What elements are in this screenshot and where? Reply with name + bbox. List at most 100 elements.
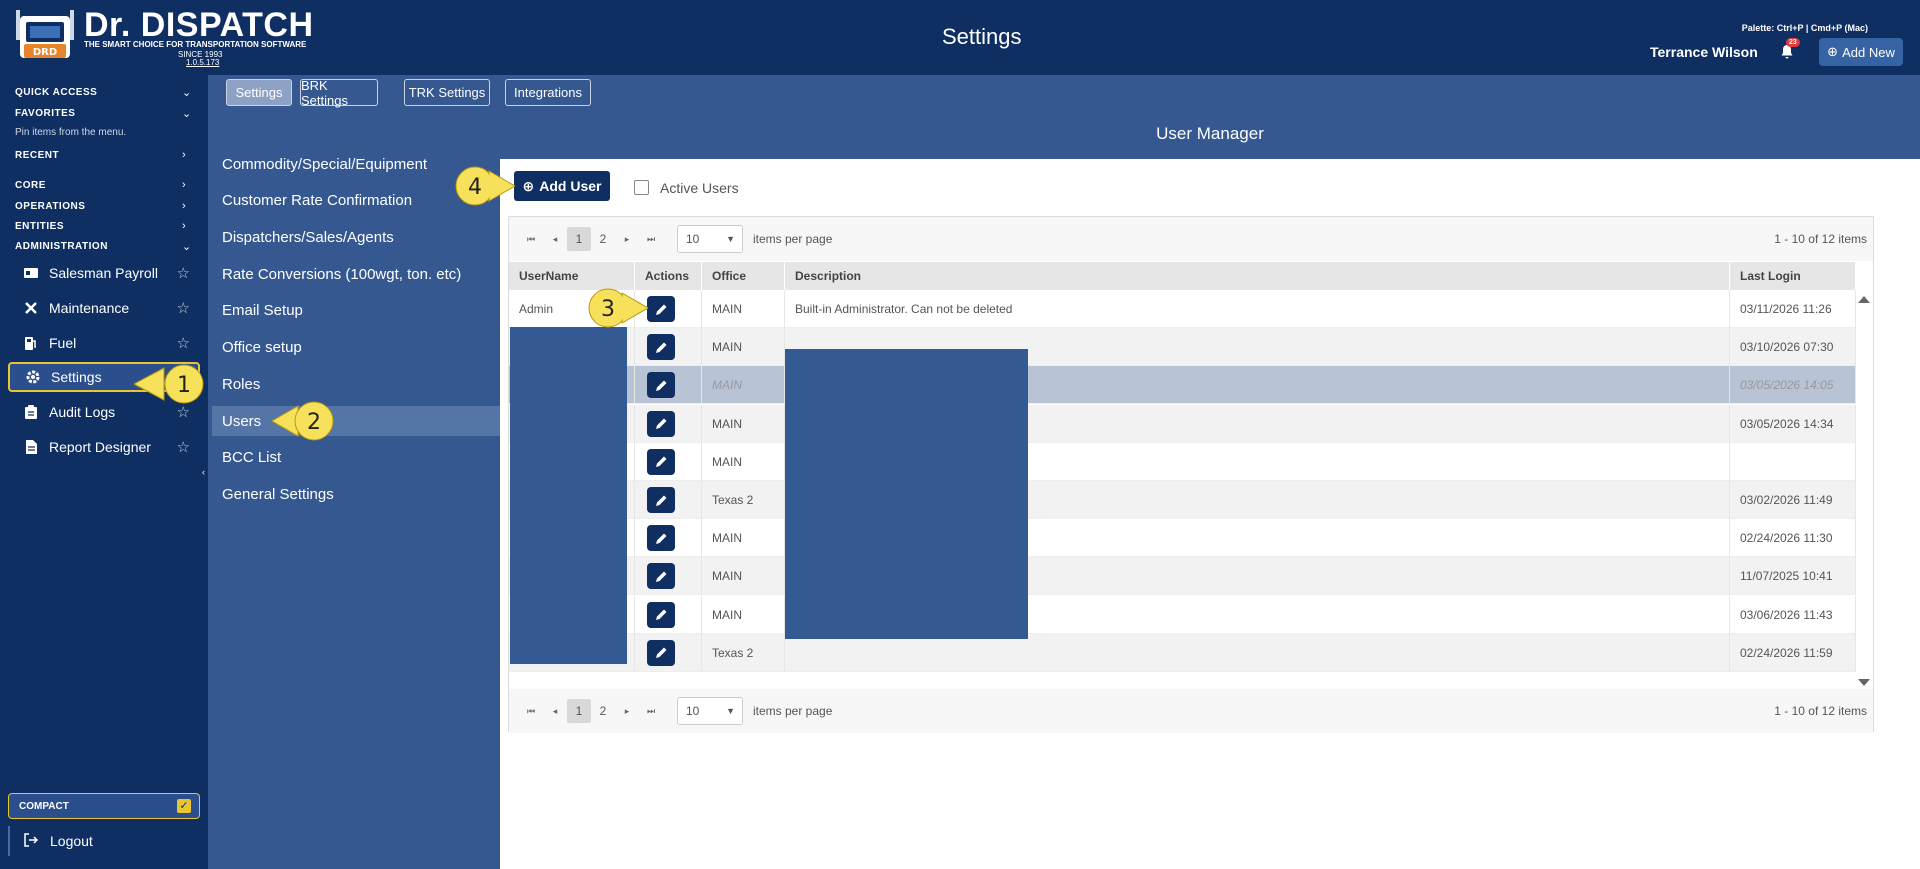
- submenu-office-setup[interactable]: Office setup: [222, 339, 302, 356]
- submenu-bcc-list[interactable]: BCC List: [222, 449, 281, 466]
- section-administration[interactable]: ADMINISTRATION: [15, 241, 108, 252]
- cell-actions: [635, 557, 702, 596]
- last-page-icon[interactable]: ⏭: [639, 699, 663, 723]
- page-size-select[interactable]: 10 ▼: [677, 225, 743, 253]
- section-favorites[interactable]: FAVORITES: [15, 108, 75, 119]
- submenu-roles[interactable]: Roles: [222, 376, 260, 393]
- truck-logo-icon[interactable]: DRD: [16, 8, 74, 68]
- table-row[interactable]: Texas 2 03/02/2026 11:49: [509, 481, 1856, 519]
- next-page-icon[interactable]: ▸: [615, 227, 639, 251]
- sidebar-item-maintenance[interactable]: Maintenance ☆: [8, 293, 200, 323]
- section-entities[interactable]: ENTITIES: [15, 221, 64, 232]
- table-row[interactable]: MAIN 03/05/2026 14:05: [509, 366, 1856, 405]
- cell-office: MAIN: [702, 366, 785, 405]
- edit-button[interactable]: [647, 601, 675, 628]
- version-link[interactable]: 1.0.5.173: [186, 58, 219, 67]
- tab-trk-settings[interactable]: TRK Settings: [404, 79, 490, 106]
- edit-button[interactable]: [647, 639, 675, 666]
- column-header-last-login[interactable]: Last Login: [1730, 262, 1856, 290]
- chevron-right-icon[interactable]: ›: [182, 220, 186, 232]
- collapse-sidebar-icon[interactable]: ‹: [202, 467, 205, 477]
- page-button[interactable]: 1: [567, 699, 591, 723]
- cell-office: MAIN: [702, 595, 785, 634]
- page-button[interactable]: 2: [591, 699, 615, 723]
- table-row[interactable]: MAIN 03/10/2026 07:30: [509, 328, 1856, 367]
- first-page-icon[interactable]: ⏮: [519, 227, 543, 251]
- vertical-scrollbar[interactable]: [1856, 290, 1873, 691]
- column-header-office[interactable]: Office: [702, 262, 785, 290]
- edit-button[interactable]: [647, 448, 675, 475]
- user-menu[interactable]: Terrance Wilson: [1650, 44, 1758, 60]
- table-row[interactable]: Texas 2 02/24/2026 11:59: [509, 633, 1856, 672]
- chevron-right-icon[interactable]: ›: [182, 200, 186, 212]
- page-button[interactable]: 2: [591, 227, 615, 251]
- cell-last-login: 03/11/2026 11:26: [1730, 290, 1856, 328]
- edit-button[interactable]: [647, 487, 675, 513]
- next-page-icon[interactable]: ▸: [615, 699, 639, 723]
- page-title: Settings: [942, 24, 1022, 49]
- star-icon[interactable]: ☆: [177, 438, 190, 456]
- user-manager-title: User Manager: [500, 109, 1920, 159]
- tab-settings[interactable]: Settings: [226, 79, 292, 106]
- edit-button[interactable]: [647, 525, 675, 552]
- submenu-rate-conversions[interactable]: Rate Conversions (100wgt, ton. etc): [222, 266, 461, 283]
- chevron-right-icon[interactable]: ›: [182, 179, 186, 191]
- add-new-button[interactable]: ⊕ Add New: [1819, 38, 1903, 66]
- submenu-users[interactable]: Users: [212, 406, 500, 436]
- prev-page-icon[interactable]: ◂: [543, 699, 567, 723]
- cell-office: MAIN: [702, 290, 785, 328]
- first-page-icon[interactable]: ⏮: [519, 699, 543, 723]
- edit-button[interactable]: [647, 563, 675, 590]
- section-quick-access[interactable]: QUICK ACCESS: [15, 87, 97, 98]
- sidebar-item-label: Report Designer: [49, 439, 151, 455]
- logout-button[interactable]: Logout: [8, 826, 200, 856]
- edit-button[interactable]: [647, 334, 675, 361]
- column-header-username[interactable]: UserName: [509, 262, 635, 290]
- submenu-general-settings[interactable]: General Settings: [222, 486, 334, 503]
- table-row[interactable]: MAIN 02/24/2026 11:30: [509, 519, 1856, 558]
- star-icon[interactable]: ☆: [177, 334, 190, 352]
- chevron-down-icon[interactable]: ⌄: [182, 107, 191, 120]
- add-user-button[interactable]: ⊕ Add User: [514, 171, 610, 201]
- section-recent[interactable]: RECENT: [15, 150, 59, 161]
- table-row[interactable]: MAIN 11/07/2025 10:41: [509, 557, 1856, 596]
- table-row[interactable]: MAIN: [509, 442, 1856, 481]
- chevron-down-icon[interactable]: ⌄: [182, 240, 191, 253]
- edit-button[interactable]: [647, 410, 675, 437]
- cell-last-login: 03/05/2026 14:34: [1730, 404, 1856, 443]
- section-core[interactable]: CORE: [15, 180, 46, 191]
- prev-page-icon[interactable]: ◂: [543, 227, 567, 251]
- checkbox-checked-icon[interactable]: ✓: [177, 799, 191, 813]
- sidebar-item-salesman-payroll[interactable]: Salesman Payroll ☆: [8, 258, 200, 288]
- section-operations[interactable]: OPERATIONS: [15, 201, 85, 212]
- edit-button[interactable]: [647, 372, 675, 399]
- callout-4: 4: [453, 166, 515, 206]
- star-icon[interactable]: ☆: [177, 264, 190, 282]
- table-row[interactable]: Admin MAIN Built-in Administrator. Can not…: [509, 290, 1856, 328]
- favorites-pin-note: Pin items from the menu.: [15, 127, 127, 138]
- column-header-description[interactable]: Description: [785, 262, 1730, 290]
- submenu-dispatchers-sales-agents[interactable]: Dispatchers/Sales/Agents: [222, 229, 394, 246]
- compact-toggle[interactable]: COMPACT ✓: [8, 793, 200, 819]
- pencil-icon: [655, 342, 666, 353]
- payroll-icon: [23, 265, 39, 281]
- tab-integrations[interactable]: Integrations: [505, 79, 591, 106]
- tab-brk-settings[interactable]: BRK Settings: [300, 78, 378, 108]
- page-size-select[interactable]: 10 ▼: [677, 697, 743, 725]
- star-icon[interactable]: ☆: [177, 299, 190, 317]
- table-row[interactable]: MAIN 03/06/2026 11:43: [509, 595, 1856, 634]
- table-row[interactable]: MAIN 03/05/2026 14:34: [509, 404, 1856, 443]
- sidebar-item-report-designer[interactable]: Report Designer ☆: [8, 432, 200, 462]
- submenu-email-setup[interactable]: Email Setup: [222, 302, 303, 319]
- star-icon[interactable]: ☆: [177, 403, 190, 421]
- submenu-customer-rate-confirmation[interactable]: Customer Rate Confirmation: [222, 192, 412, 209]
- chevron-down-icon[interactable]: ⌄: [182, 86, 191, 99]
- pencil-icon: [655, 304, 666, 315]
- active-users-checkbox[interactable]: [634, 180, 649, 195]
- edit-button[interactable]: [647, 296, 675, 322]
- last-page-icon[interactable]: ⏭: [639, 227, 663, 251]
- sidebar-item-fuel[interactable]: Fuel ☆: [8, 328, 200, 358]
- page-button[interactable]: 1: [567, 227, 591, 251]
- chevron-right-icon[interactable]: ›: [182, 149, 186, 161]
- submenu-commodity[interactable]: Commodity/Special/Equipment: [222, 156, 427, 173]
